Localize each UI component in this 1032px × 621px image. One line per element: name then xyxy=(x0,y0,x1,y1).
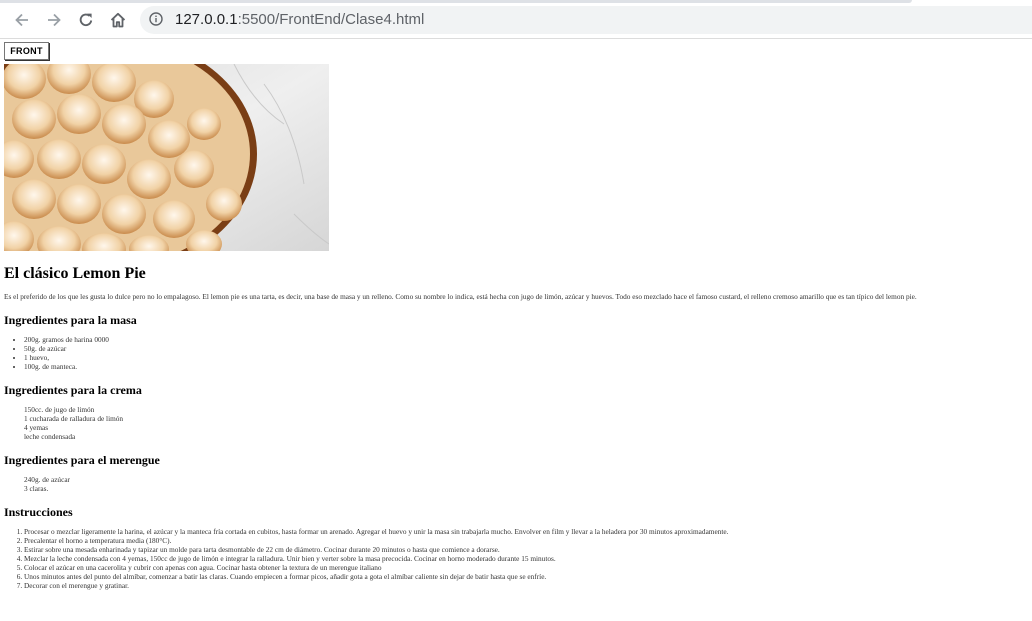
url-text[interactable]: 127.0.0.1:5500/FrontEnd/Clase4.html xyxy=(175,11,424,28)
list-item: Colocar el azúcar en una cacerolita y cu… xyxy=(24,563,1028,572)
merengue-list: 240g. de azúcar 3 claras. xyxy=(4,475,1028,493)
masa-heading: Ingredientes para la masa xyxy=(4,313,137,327)
list-item: 4 yemas xyxy=(24,423,49,432)
browser-toolbar: 127.0.0.1:5500/FrontEnd/Clase4.html xyxy=(0,0,1032,39)
info-icon[interactable] xyxy=(149,12,163,26)
list-item: Estirar sobre una mesada enharinada y ta… xyxy=(24,545,1028,554)
forward-icon xyxy=(48,13,61,27)
intro-paragraph: Es el preferido de los que les gusta lo … xyxy=(4,292,917,301)
home-icon xyxy=(110,12,126,28)
crema-list: 150cc. de jugo de limón 1 cucharada de r… xyxy=(4,405,1028,441)
address-bar[interactable]: 127.0.0.1:5500/FrontEnd/Clase4.html xyxy=(140,6,1032,34)
forward-button[interactable] xyxy=(43,9,65,31)
page-content: FRONT El clásico Lemon Pie Es el preferi… xyxy=(4,42,1028,590)
masa-list: 200g. gramos de harina 0000 50g. de azúc… xyxy=(4,335,1028,371)
merengue-heading: Ingredientes para el merengue xyxy=(4,453,160,467)
back-button[interactable] xyxy=(11,9,33,31)
list-item: leche condensada xyxy=(24,432,76,441)
lemon-pie-image xyxy=(4,64,329,251)
home-button[interactable] xyxy=(107,9,129,31)
list-item: 1 huevo, xyxy=(24,353,1028,362)
tab-strip-edge xyxy=(0,0,912,3)
instrucciones-list: Procesar o mezclar ligeramente la harina… xyxy=(4,527,1028,590)
back-icon xyxy=(15,13,28,27)
list-item: 100g. de manteca. xyxy=(24,362,1028,371)
list-item: 200g. gramos de harina 0000 xyxy=(24,335,1028,344)
url-host: 127.0.0.1 xyxy=(175,11,238,28)
crema-heading: Ingredientes para la crema xyxy=(4,383,142,397)
list-item: Precalentar el horno a temperatura media… xyxy=(24,536,1028,545)
reload-icon xyxy=(79,13,93,27)
list-item: Mezclar la leche condensada con 4 yemas,… xyxy=(24,554,1028,563)
list-item: 150cc. de jugo de limón xyxy=(24,405,95,414)
front-button[interactable]: FRONT xyxy=(4,42,49,60)
url-path: :5500/FrontEnd/Clase4.html xyxy=(237,11,425,28)
list-item: 50g. de azúcar xyxy=(24,344,1028,353)
instrucciones-heading: Instrucciones xyxy=(4,505,73,519)
list-item: Unos minutos antes del punto del almíbar… xyxy=(24,572,1028,581)
page-title: El clásico Lemon Pie xyxy=(4,265,146,282)
reload-button[interactable] xyxy=(75,9,97,31)
list-item: Decorar con el merengue y gratinar. xyxy=(24,581,1028,590)
list-item: 3 claras. xyxy=(24,484,49,493)
list-item: 1 cucharada de ralladura de limón xyxy=(24,414,124,423)
list-item: 240g. de azúcar xyxy=(24,475,70,484)
list-item: Procesar o mezclar ligeramente la harina… xyxy=(24,527,1028,536)
